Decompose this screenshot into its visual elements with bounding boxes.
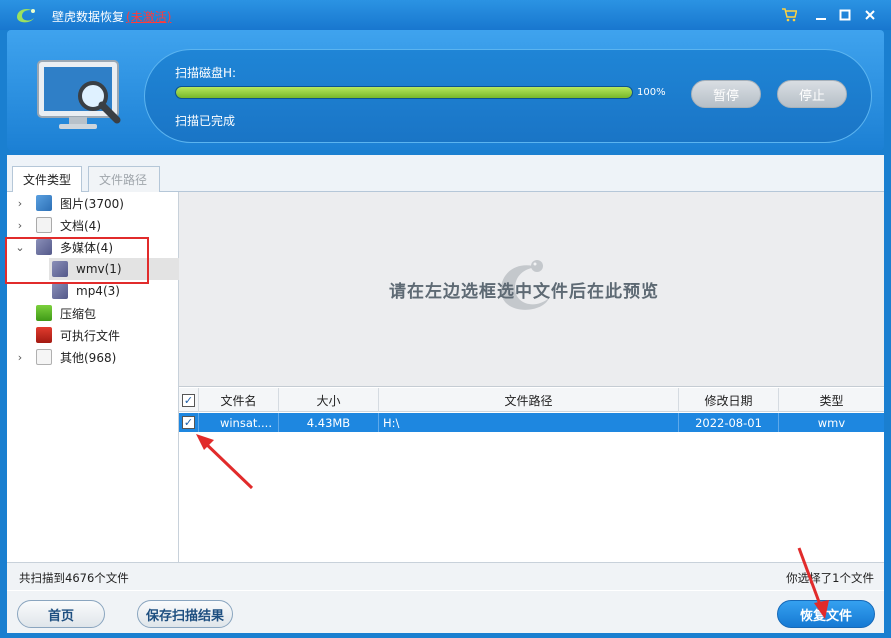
media-icon — [52, 283, 68, 299]
column-header-name[interactable]: 文件名 — [199, 388, 279, 412]
tree-item-label: 图片(3700) — [60, 196, 124, 211]
inactive-link[interactable]: (未激活) — [126, 10, 171, 24]
home-button[interactable]: 首页 — [17, 600, 105, 628]
row-checkbox[interactable]: ✓ — [179, 413, 199, 432]
table-row[interactable]: ✓ winsat.... 4.43MB H:\ 2022-08-01 wmv — [179, 413, 884, 432]
scan-progress-panel: 扫描磁盘H: 100% 扫描已完成 暂停 停止 — [144, 49, 872, 143]
cell-size: 4.43MB — [279, 413, 379, 432]
expand-arrow-icon[interactable]: › — [14, 351, 26, 364]
document-icon — [36, 217, 52, 233]
progress-percent: 100% — [637, 87, 666, 98]
column-header-type[interactable]: 类型 — [779, 388, 884, 412]
checkbox-icon[interactable]: ✓ — [182, 393, 195, 407]
tree-item-archives[interactable]: 压缩包 — [36, 302, 96, 324]
progress-fill — [176, 87, 632, 98]
checkbox-icon[interactable]: ✓ — [182, 416, 195, 429]
minimize-icon[interactable] — [812, 6, 830, 24]
monitor-search-icon — [37, 60, 121, 129]
maximize-icon[interactable] — [836, 6, 854, 24]
preview-pane: 请在左边选框选中文件后在此预览 — [179, 192, 884, 387]
tree-item-label: 文档(4) — [60, 218, 101, 233]
tree-item-label: 压缩包 — [60, 306, 97, 321]
tree-item-label: mp4(3) — [76, 284, 120, 298]
column-header-path[interactable]: 文件路径 — [379, 388, 679, 412]
recover-files-button[interactable]: 恢复文件 — [777, 600, 875, 628]
tab-file-type[interactable]: 文件类型 — [12, 166, 82, 192]
app-name: 壁虎数据恢复 — [52, 10, 125, 24]
cell-date: 2022-08-01 — [679, 413, 779, 432]
archive-icon — [36, 305, 52, 321]
cart-icon[interactable] — [780, 6, 798, 24]
tree-item-executables[interactable]: 可执行文件 — [36, 324, 120, 346]
tree-item-images[interactable]: › 图片(3700) — [14, 192, 124, 214]
scan-header: 扫描磁盘H: 100% 扫描已完成 暂停 停止 — [7, 30, 884, 150]
scan-count-status: 共扫描到4676个文件 — [19, 571, 129, 585]
stop-button[interactable]: 停止 — [777, 80, 847, 108]
save-scan-results-button[interactable]: 保存扫描结果 — [137, 600, 233, 628]
file-type-tree: › 图片(3700) › 文档(4) ⌄ 多媒体(4) wmv(1) mp4(3… — [5, 192, 179, 562]
column-header-size[interactable]: 大小 — [279, 388, 379, 412]
executable-icon — [36, 327, 52, 343]
tab-file-path[interactable]: 文件路径 — [88, 166, 160, 192]
window-title: 壁虎数据恢复 (未激活) — [52, 8, 171, 25]
image-icon — [36, 195, 52, 211]
cell-type: wmv — [817, 415, 846, 430]
expand-arrow-icon[interactable]: › — [14, 219, 26, 232]
tree-item-label: 可执行文件 — [60, 328, 121, 343]
scan-progress-bar — [175, 86, 633, 99]
column-header-date[interactable]: 修改日期 — [679, 388, 779, 412]
scan-status: 扫描已完成 — [175, 114, 236, 128]
tree-item-label: 其他(968) — [60, 350, 117, 365]
expand-arrow-icon[interactable]: › — [14, 197, 26, 210]
title-bar: 壁虎数据恢复 (未激活) — [0, 0, 891, 30]
cell-path: H:\ — [379, 413, 679, 432]
status-bar: 共扫描到4676个文件 你选择了1个文件 — [7, 562, 884, 590]
app-logo-icon — [17, 9, 35, 23]
close-icon[interactable] — [861, 6, 879, 24]
tree-item-documents[interactable]: › 文档(4) — [14, 214, 101, 236]
cell-file-name: winsat.... — [199, 413, 279, 432]
preview-hint: 请在左边选框选中文件后在此预览 — [389, 282, 659, 302]
select-all-checkbox[interactable]: ✓ — [179, 388, 199, 412]
main-panel: 文件类型 文件路径 › 图片(3700) › 文档(4) ⌄ 多媒体(4) wm… — [5, 155, 884, 633]
file-list: ✓ 文件名 大小 文件路径 修改日期 类型 ✓ winsat.... 4.43M… — [179, 388, 884, 562]
tree-item-other[interactable]: › 其他(968) — [14, 346, 116, 368]
footer-bar: 首页 保存扫描结果 恢复文件 — [7, 591, 884, 633]
annotation-highlight-box — [5, 237, 149, 284]
other-file-icon — [36, 349, 52, 365]
pause-button[interactable]: 暂停 — [691, 80, 761, 108]
selection-count-status: 你选择了1个文件 — [786, 571, 874, 585]
scan-disk-label: 扫描磁盘H: — [175, 66, 237, 80]
file-list-header: ✓ 文件名 大小 文件路径 修改日期 类型 — [179, 388, 884, 412]
